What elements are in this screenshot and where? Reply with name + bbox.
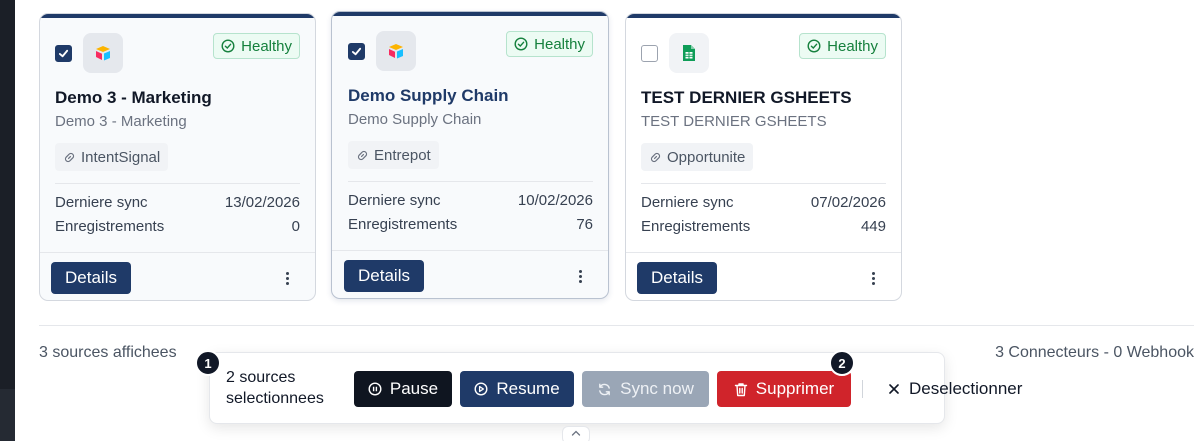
sync-now-label: Sync now [620, 379, 694, 398]
status-badge: Healthy [213, 33, 300, 59]
pause-icon [368, 382, 382, 396]
play-icon [474, 382, 488, 396]
deselect-label: Deselectionner [909, 379, 1023, 398]
delete-label: Supprimer [755, 379, 835, 398]
more-options-icon[interactable] [279, 268, 295, 288]
sources-count: 3 sources affichees [39, 344, 177, 361]
card-tag-label: Entrepot [374, 146, 431, 164]
airtable-icon [376, 31, 416, 71]
link-icon [357, 150, 368, 160]
details-button[interactable]: Details [344, 260, 424, 292]
divider [40, 252, 315, 253]
check-circle-icon [221, 39, 235, 53]
resume-label: Resume [496, 379, 560, 398]
check-circle-icon [514, 37, 528, 51]
sync-now-button[interactable]: Sync now [582, 371, 709, 407]
card-tag-label: Opportunite [667, 148, 746, 166]
card-accent-bar [40, 14, 315, 18]
more-options-icon[interactable] [572, 266, 588, 286]
refresh-icon [599, 383, 611, 395]
pause-label: Pause [389, 379, 439, 398]
records-label: Enregistrements [641, 218, 751, 235]
status-badge: Healthy [506, 31, 593, 57]
records-value: 76 [576, 216, 593, 233]
card-title: Demo Supply Chain [348, 86, 509, 105]
more-options-icon[interactable] [865, 268, 881, 288]
selection-count: 2 sources selectionnees [226, 367, 324, 409]
last-sync-value: 07/02/2026 [810, 194, 886, 211]
last-sync-row: Derniere sync 07/02/2026 [641, 194, 886, 211]
google-sheets-icon [669, 33, 709, 73]
card-checkbox[interactable] [55, 45, 72, 62]
check-circle-icon [807, 39, 821, 53]
selection-count-line1: 2 sources [226, 369, 296, 386]
left-sidebar-edge [0, 0, 15, 441]
card-subtitle: Demo Supply Chain [348, 111, 482, 128]
source-card-test-dernier-gsheets[interactable]: Healthy TEST DERNIER GSHEETS TEST DERNIE… [625, 13, 902, 301]
deselect-button[interactable]: Deselectionner [888, 377, 1022, 401]
records-label: Enregistrements [55, 218, 165, 235]
details-button[interactable]: Details [51, 262, 131, 294]
delete-button[interactable]: Supprimer [717, 371, 851, 407]
source-card-demo-3-marketing[interactable]: Healthy Demo 3 - Marketing Demo 3 - Mark… [39, 13, 316, 301]
check-icon [58, 49, 69, 58]
link-icon [650, 152, 661, 162]
link-icon [64, 152, 75, 162]
card-subtitle: Demo 3 - Marketing [55, 113, 187, 130]
card-subtitle: TEST DERNIER GSHEETS [641, 113, 827, 130]
pause-button[interactable]: Pause [354, 371, 452, 407]
selection-count-line2: selectionnees [226, 390, 324, 407]
chevron-up-icon [571, 430, 581, 436]
records-row: Enregistrements 449 [641, 218, 886, 235]
last-sync-value: 13/02/2026 [224, 194, 300, 211]
last-sync-value: 10/02/2026 [517, 192, 593, 209]
step-badge-1: 1 [195, 350, 221, 376]
card-title: Demo 3 - Marketing [55, 88, 212, 107]
airtable-icon [83, 33, 123, 73]
status-text: Healthy [534, 35, 585, 53]
list-divider [39, 325, 1194, 326]
divider [626, 252, 901, 253]
card-tag: IntentSignal [55, 143, 169, 171]
card-checkbox[interactable] [641, 45, 658, 62]
divider [641, 183, 886, 184]
records-label: Enregistrements [348, 216, 458, 233]
status-text: Healthy [827, 37, 878, 55]
resume-button[interactable]: Resume [460, 371, 574, 407]
records-row: Enregistrements 0 [55, 218, 300, 235]
last-sync-label: Derniere sync [348, 192, 441, 209]
step-badge-2: 2 [829, 350, 855, 376]
divider [332, 250, 608, 251]
status-text: Healthy [241, 37, 292, 55]
divider [348, 181, 593, 182]
status-badge: Healthy [799, 33, 886, 59]
close-icon [889, 384, 899, 394]
last-sync-label: Derniere sync [641, 194, 734, 211]
divider [55, 183, 300, 184]
sidebar-footer-edge [0, 389, 15, 441]
card-accent-bar [332, 12, 608, 16]
last-sync-row: Derniere sync 10/02/2026 [348, 192, 593, 209]
connectors-summary: 3 Connecteurs - 0 Webhook [995, 344, 1194, 361]
records-row: Enregistrements 76 [348, 216, 593, 233]
last-sync-row: Derniere sync 13/02/2026 [55, 194, 300, 211]
records-value: 449 [860, 218, 886, 235]
card-accent-bar [626, 14, 901, 18]
check-icon [351, 47, 362, 56]
card-tag-label: IntentSignal [81, 148, 161, 166]
trash-icon [734, 382, 747, 396]
card-checkbox[interactable] [348, 43, 365, 60]
collapse-handle[interactable] [562, 426, 590, 441]
divider [862, 380, 863, 398]
records-value: 0 [291, 218, 300, 235]
card-tag: Opportunite [641, 143, 754, 171]
card-title: TEST DERNIER GSHEETS [641, 88, 852, 107]
source-card-demo-supply-chain[interactable]: Healthy Demo Supply Chain Demo Supply Ch… [331, 11, 609, 299]
details-button[interactable]: Details [637, 262, 717, 294]
last-sync-label: Derniere sync [55, 194, 148, 211]
card-tag: Entrepot [348, 141, 439, 169]
